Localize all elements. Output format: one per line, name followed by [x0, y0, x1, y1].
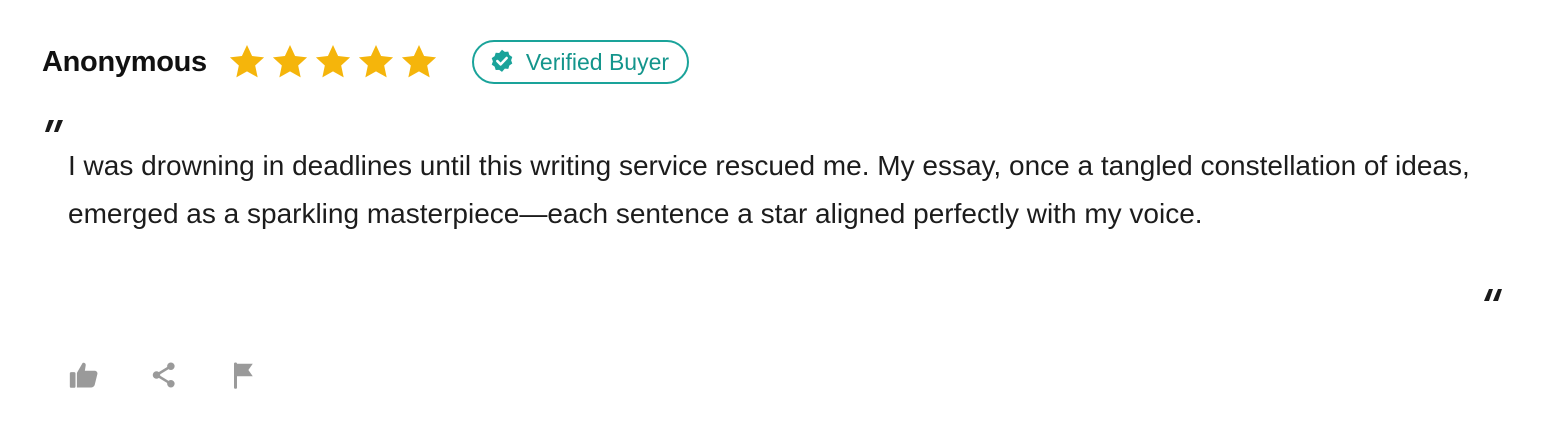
star-icon [315, 45, 350, 78]
review-body: I was drowning in deadlines until this w… [68, 150, 1470, 229]
verified-buyer-badge: Verified Buyer [471, 40, 690, 84]
review-actions [66, 357, 306, 393]
share-icon [152, 362, 175, 388]
report-button[interactable] [226, 357, 262, 393]
flag-icon [234, 362, 253, 389]
star-rating [227, 42, 442, 82]
thumbs-up-icon [69, 362, 98, 388]
review-header: Anonymous Verified Buyer [42, 38, 690, 86]
verified-check-icon [491, 49, 513, 72]
open-quote-icon [45, 120, 63, 132]
star-icon [401, 45, 436, 78]
star-icon [358, 45, 393, 78]
star-icon [229, 45, 264, 78]
verified-buyer-label: Verified Buyer [525, 48, 670, 75]
review-card: Anonymous Verified Buyer I was drowning … [0, 0, 1544, 426]
author-name: Anonymous [42, 45, 207, 78]
share-button[interactable] [146, 357, 182, 393]
star-icon [272, 45, 307, 78]
close-quote-icon [1484, 289, 1502, 301]
like-button[interactable] [66, 357, 102, 393]
